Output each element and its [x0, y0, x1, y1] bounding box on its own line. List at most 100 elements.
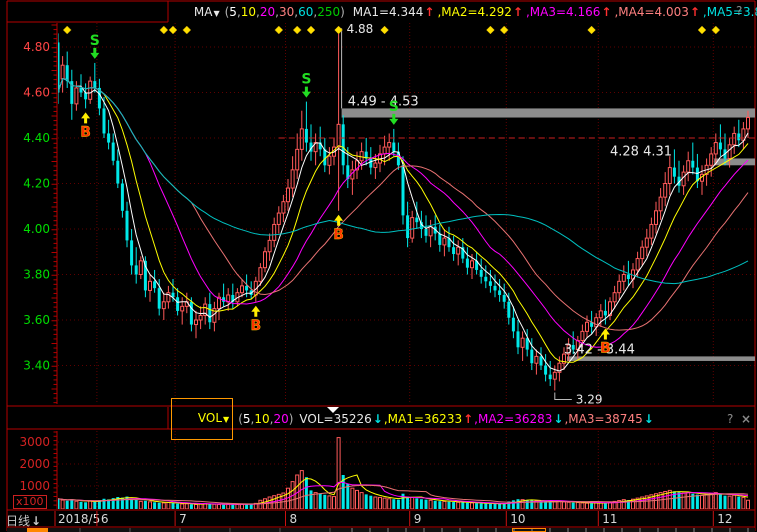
volume-bar — [185, 504, 188, 509]
indicator-value: ,MA1=36233 — [384, 412, 462, 426]
scrollbar-track[interactable] — [7, 528, 755, 532]
volume-bar — [498, 504, 501, 509]
event-diamond-icon — [698, 26, 706, 34]
candle-body-down — [503, 295, 506, 302]
volume-bar — [356, 490, 359, 509]
volume-bar — [512, 500, 515, 509]
vol-dropdown[interactable]: VOL▼ — [171, 398, 233, 440]
chart-canvas[interactable]: 4.883.294.49 - 4.534.28 4.313.42 - 3.44B… — [0, 0, 757, 532]
indicator-value: ,MA2=36283 — [474, 412, 552, 426]
price-axis-label: 3.40 — [23, 359, 50, 373]
ma-dropdown[interactable]: MA▼ — [171, 0, 220, 33]
volume-axis-label: 3000 — [19, 435, 50, 449]
volume-bar — [199, 504, 202, 509]
candle-body-up — [733, 133, 736, 144]
volume-bar — [190, 504, 193, 509]
ma5-line — [58, 79, 748, 371]
volume-bar — [489, 504, 492, 509]
vol-params: (5,10,20) — [238, 412, 293, 426]
volume-bar — [162, 503, 165, 509]
candle-body-down — [135, 265, 138, 274]
candle-body-down — [480, 270, 483, 277]
volume-bar — [149, 502, 152, 509]
candle-body-down — [494, 286, 497, 291]
candle-body-up — [383, 147, 386, 154]
vol-values: VOL=35226↓,MA1=36233↑,MA2=36283↓,MA3=387… — [299, 412, 654, 426]
candle-body-down — [112, 143, 115, 161]
candle-body-down — [438, 234, 441, 245]
period-selector[interactable]: 日线↓ — [6, 512, 42, 529]
candle-body-down — [406, 215, 409, 238]
volume-bar — [457, 502, 460, 509]
volume-bar — [480, 503, 483, 509]
param-token: ) — [289, 412, 294, 426]
param-token: 20 — [273, 412, 288, 426]
event-diamond-icon — [275, 26, 283, 34]
candle-body-down — [466, 259, 469, 268]
candle-body-down — [176, 297, 179, 311]
volume-bar — [360, 493, 363, 509]
volume-bar — [494, 504, 497, 509]
candle-body-down — [84, 93, 87, 100]
candle-body-up — [61, 65, 64, 79]
candle-body-up — [429, 227, 432, 236]
candle-body-down — [153, 281, 156, 288]
volume-bar — [475, 503, 478, 509]
candle-body-down — [121, 184, 124, 211]
candle-body-down — [673, 168, 676, 177]
volume-bar — [553, 502, 556, 509]
indicator-value: ,MA3=4.166 — [526, 5, 600, 19]
candle-body-down — [402, 165, 405, 215]
volume-bar — [241, 504, 244, 509]
event-diamond-icon — [500, 26, 508, 34]
volume-bar — [153, 502, 156, 509]
volume-bar — [144, 501, 147, 509]
candle-body-down — [190, 302, 193, 325]
event-diamond-icon — [588, 26, 596, 34]
volume-bar — [415, 498, 418, 509]
month-label: 8 — [290, 512, 298, 526]
param-token: 250 — [317, 5, 340, 19]
volume-bar — [701, 495, 704, 509]
vol-close-icon[interactable]: × — [741, 412, 751, 426]
volume-bar — [319, 494, 322, 509]
volume-bar — [374, 497, 377, 509]
arrow-up-icon: ↑ — [601, 5, 611, 19]
volume-bar — [719, 494, 722, 509]
indicator-value: MA1=4.344 — [353, 5, 424, 19]
volume-bar — [705, 494, 708, 509]
candle-body-down — [80, 88, 83, 93]
price-axis-label: 4.40 — [23, 131, 50, 145]
volume-bar — [484, 504, 487, 509]
ma-indicator-label: MA — [194, 5, 213, 19]
help-icon[interactable]: ? — [736, 4, 742, 18]
month-label: 10 — [510, 512, 525, 526]
vol-help-icon[interactable]: ? — [727, 412, 733, 426]
candle-body-up — [374, 163, 377, 168]
candle-body-down — [498, 290, 501, 295]
volume-bar — [687, 493, 690, 509]
candle-body-up — [139, 261, 142, 275]
candle-body-up — [443, 238, 446, 245]
month-label: 9 — [414, 512, 422, 526]
volume-bar — [448, 502, 451, 509]
price-axis-label: 4.00 — [23, 222, 50, 236]
volume-bar — [402, 494, 405, 509]
param-token: 10 — [254, 412, 269, 426]
volume-bar — [466, 503, 469, 509]
candle-body-up — [411, 218, 414, 238]
volume-bar — [236, 504, 239, 509]
param-token: 20 — [260, 5, 275, 19]
volume-bar — [346, 484, 349, 509]
candle-body-down — [530, 350, 533, 364]
candle-body-up — [668, 168, 671, 184]
volume-bar — [742, 497, 745, 509]
price-zone — [714, 158, 755, 165]
vol-indicator-header: VOL▼ (5,10,20) VOL=35226↓,MA1=36233↑,MA2… — [171, 411, 655, 427]
zone-label: 4.49 - 4.53 — [348, 94, 419, 109]
candle-body-up — [162, 302, 165, 309]
candle-body-up — [296, 149, 299, 169]
candle-body-up — [714, 143, 717, 154]
volume-bar — [406, 497, 409, 509]
month-label: 11 — [602, 512, 617, 526]
